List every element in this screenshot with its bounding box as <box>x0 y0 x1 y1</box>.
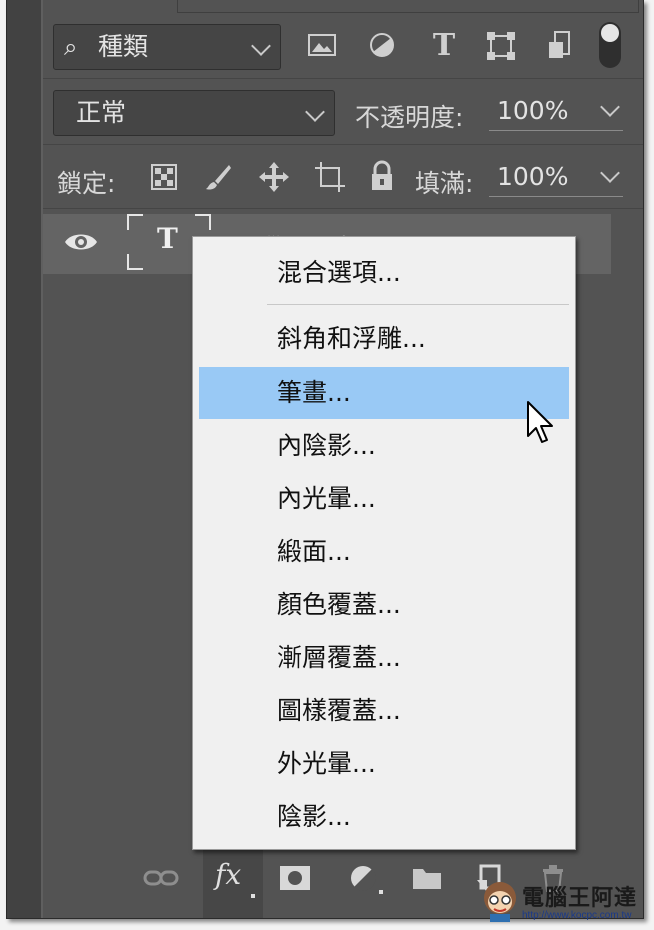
mascot-icon <box>484 882 516 922</box>
adjustment-menu-indicator <box>379 890 383 894</box>
menu-item-stroke[interactable]: 筆畫... <box>199 367 569 419</box>
lock-position-move-icon[interactable] <box>257 160 291 194</box>
lock-transparency-icon[interactable] <box>151 164 177 190</box>
fx-menu-indicator <box>251 894 255 898</box>
new-adjustment-layer-icon[interactable] <box>343 858 383 898</box>
lock-pixels-brush-icon[interactable] <box>203 162 233 192</box>
menu-item-blending-options[interactable]: 混合選項... <box>199 247 569 299</box>
search-icon: ⌕ <box>64 33 78 61</box>
blend-mode-value: 正常 <box>76 98 127 127</box>
menu-item-inner-shadow[interactable]: 內陰影... <box>199 420 569 472</box>
blend-mode-dropdown[interactable]: 正常 <box>53 90 335 136</box>
fill-value: 100% <box>497 162 569 191</box>
layer-style-context-menu: 混合選項... 斜角和浮雕... 筆畫... 內陰影... 內光暈... 緞面.… <box>192 236 576 850</box>
menu-item-bevel-emboss[interactable]: 斜角和浮雕... <box>199 313 569 365</box>
blend-row: 正常 不透明度: 100% <box>43 80 643 145</box>
watermark-logo: 電腦王阿達 http://www.kocpc.com.tw <box>478 880 650 926</box>
thumb-corner <box>127 214 143 230</box>
link-layers-icon[interactable] <box>141 858 181 898</box>
filter-kind-label: 種類 <box>98 32 149 61</box>
chevron-down-icon <box>600 97 620 117</box>
menu-item-drop-shadow[interactable]: 陰影... <box>199 791 569 843</box>
fill-input[interactable]: 100% <box>489 162 623 197</box>
left-panel-strip <box>7 0 41 918</box>
type-filter-icon[interactable]: T <box>427 26 461 64</box>
opacity-label: 不透明度: <box>355 103 464 132</box>
chevron-down-icon <box>305 102 325 122</box>
chevron-down-icon <box>251 36 271 56</box>
opacity-input[interactable]: 100% <box>489 96 623 131</box>
adjustment-filter-icon[interactable] <box>367 30 397 60</box>
menu-separator <box>267 304 569 305</box>
menu-item-color-overlay[interactable]: 顏色覆蓋... <box>199 579 569 631</box>
thumb-corner <box>195 214 211 230</box>
fx-button[interactable]: fx <box>203 846 263 918</box>
add-mask-icon[interactable] <box>277 858 313 898</box>
lock-all-icon[interactable] <box>369 160 395 192</box>
lock-row: 鎖定: 填滿: 100% <box>43 146 643 209</box>
menu-item-pattern-overlay[interactable]: 圖樣覆蓋... <box>199 685 569 737</box>
eye-visibility-icon[interactable] <box>63 230 99 254</box>
menu-item-satin[interactable]: 緞面... <box>199 526 569 578</box>
shape-filter-icon[interactable] <box>485 30 517 62</box>
fill-label: 填滿: <box>415 169 474 198</box>
filter-toggle-switch[interactable] <box>599 22 621 68</box>
smart-object-filter-icon[interactable] <box>545 30 575 62</box>
mouse-pointer-icon <box>526 400 556 448</box>
image-filter-icon[interactable] <box>307 32 337 58</box>
thumb-corner <box>127 254 143 270</box>
watermark-title: 電腦王阿達 <box>522 886 638 911</box>
fx-icon: fx <box>215 858 242 891</box>
opacity-value: 100% <box>497 96 569 125</box>
new-group-folder-icon[interactable] <box>407 858 447 898</box>
lock-artboard-icon[interactable] <box>313 160 347 194</box>
menu-item-inner-glow[interactable]: 內光暈... <box>199 473 569 525</box>
filter-kind-dropdown[interactable]: ⌕ 種類 <box>53 24 281 70</box>
panel-tab-strip <box>177 0 639 13</box>
menu-item-gradient-overlay[interactable]: 漸層覆蓋... <box>199 632 569 684</box>
watermark-url: http://www.kocpc.com.tw <box>522 910 632 921</box>
lock-label: 鎖定: <box>57 169 116 198</box>
type-layer-icon: T <box>157 222 178 255</box>
chevron-down-icon <box>600 163 620 183</box>
filter-row: ⌕ 種類 T <box>43 14 643 79</box>
filter-toggle-knob <box>601 24 619 42</box>
menu-item-outer-glow[interactable]: 外光暈... <box>199 738 569 790</box>
